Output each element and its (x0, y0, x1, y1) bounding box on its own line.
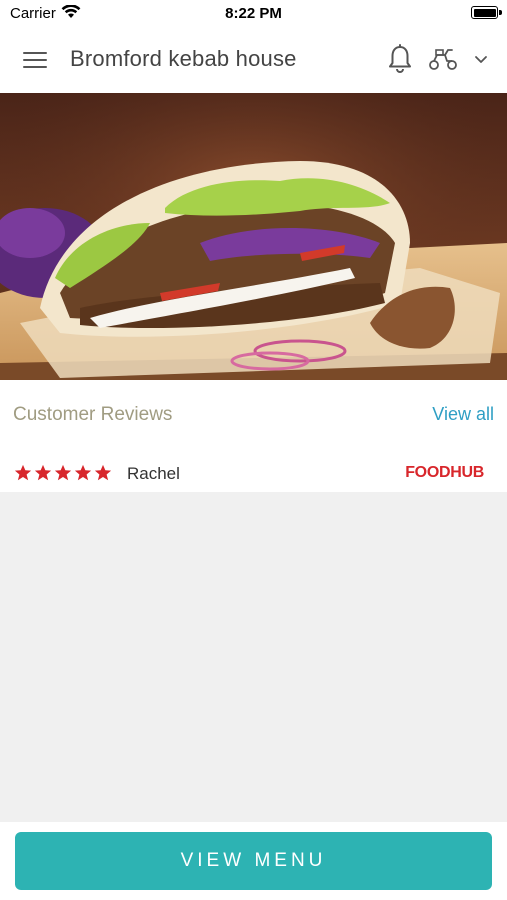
reviewer-name: Rachel (127, 464, 180, 483)
star-icon (34, 464, 52, 481)
hero-image (0, 93, 507, 380)
restaurant-title: Bromford kebab house (70, 46, 297, 71)
notifications-button[interactable] (383, 42, 417, 76)
clock-time: 8:22 PM (225, 5, 282, 22)
star-icon (94, 464, 112, 481)
review-item[interactable]: Rachel FOODHUB (14, 462, 494, 486)
bell-icon (389, 44, 411, 73)
menu-button[interactable] (14, 42, 56, 78)
battery-icon (471, 6, 502, 19)
hamburger-icon (23, 52, 47, 68)
scooter-icon (429, 49, 457, 70)
star-icon (74, 464, 92, 481)
bottom-bar: VIEW MENU (0, 822, 507, 900)
star-icon (14, 464, 32, 481)
reviews-heading: Customer Reviews (13, 404, 173, 425)
star-icon (54, 464, 72, 481)
view-all-link[interactable]: View all (432, 404, 494, 425)
status-bar: Carrier 8:22 PM (0, 0, 507, 26)
customer-reviews-section: Customer Reviews View all Rachel FOODHUB (0, 380, 507, 492)
foodhub-logo: FOODHUB (405, 464, 484, 481)
star-rating (14, 464, 112, 482)
delivery-mode-selector[interactable] (428, 43, 494, 75)
app-header: Bromford kebab house (0, 26, 507, 93)
chevron-down-icon (475, 56, 487, 63)
view-menu-button[interactable]: VIEW MENU (15, 832, 492, 890)
